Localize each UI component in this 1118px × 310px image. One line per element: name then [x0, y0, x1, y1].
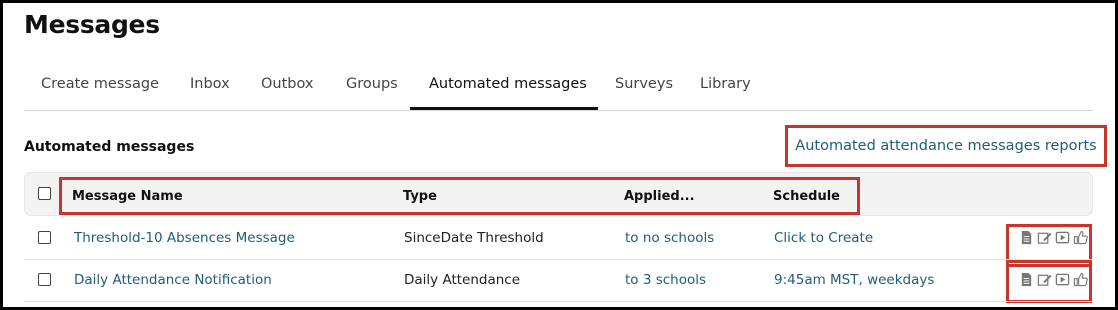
row-divider — [24, 301, 1093, 302]
tab-outbox[interactable]: Outbox — [261, 76, 314, 92]
messages-page: Messages Create message Inbox Outbox Gro… — [3, 3, 1115, 307]
column-header-applied[interactable]: Applied... — [624, 189, 695, 204]
document-icon[interactable] — [1019, 272, 1034, 287]
select-all-checkbox[interactable] — [38, 187, 51, 200]
row-checkbox[interactable] — [38, 273, 51, 286]
column-header-schedule[interactable]: Schedule — [773, 189, 840, 204]
page-title: Messages — [24, 10, 160, 39]
message-name-link[interactable]: Threshold-10 Absences Message — [74, 230, 295, 246]
tab-inbox[interactable]: Inbox — [190, 76, 230, 92]
row-divider — [24, 259, 1093, 260]
message-type: Daily Attendance — [404, 272, 521, 288]
thumbs-up-icon[interactable] — [1073, 230, 1088, 245]
document-icon[interactable] — [1019, 230, 1034, 245]
message-type: SinceDate Threshold — [404, 230, 544, 246]
applied-schools-link[interactable]: to no schools — [625, 230, 714, 246]
applied-schools-link[interactable]: to 3 schools — [625, 272, 706, 288]
message-name-link[interactable]: Daily Attendance Notification — [74, 272, 272, 288]
tab-library[interactable]: Library — [700, 76, 751, 92]
tab-groups[interactable]: Groups — [346, 76, 398, 92]
edit-icon[interactable] — [1037, 272, 1052, 287]
row-actions — [1019, 230, 1088, 245]
thumbs-up-icon[interactable] — [1073, 272, 1088, 287]
play-icon[interactable] — [1055, 230, 1070, 245]
row-checkbox[interactable] — [38, 231, 51, 244]
schedule-link[interactable]: 9:45am MST, weekdays — [774, 272, 934, 288]
row-actions — [1019, 272, 1088, 287]
column-header-type[interactable]: Type — [403, 189, 437, 204]
tab-automated-messages[interactable]: Automated messages — [429, 76, 587, 92]
active-tab-indicator — [410, 107, 598, 110]
play-icon[interactable] — [1055, 272, 1070, 287]
column-header-message-name[interactable]: Message Name — [72, 189, 183, 204]
tab-create-message[interactable]: Create message — [41, 76, 159, 92]
tab-surveys[interactable]: Surveys — [615, 76, 673, 92]
tab-bar: Create message Inbox Outbox Groups Autom… — [24, 61, 1093, 111]
section-title: Automated messages — [24, 139, 195, 155]
attendance-reports-link[interactable]: Automated attendance messages reports — [785, 125, 1107, 167]
edit-icon[interactable] — [1037, 230, 1052, 245]
schedule-link[interactable]: Click to Create — [774, 230, 873, 246]
